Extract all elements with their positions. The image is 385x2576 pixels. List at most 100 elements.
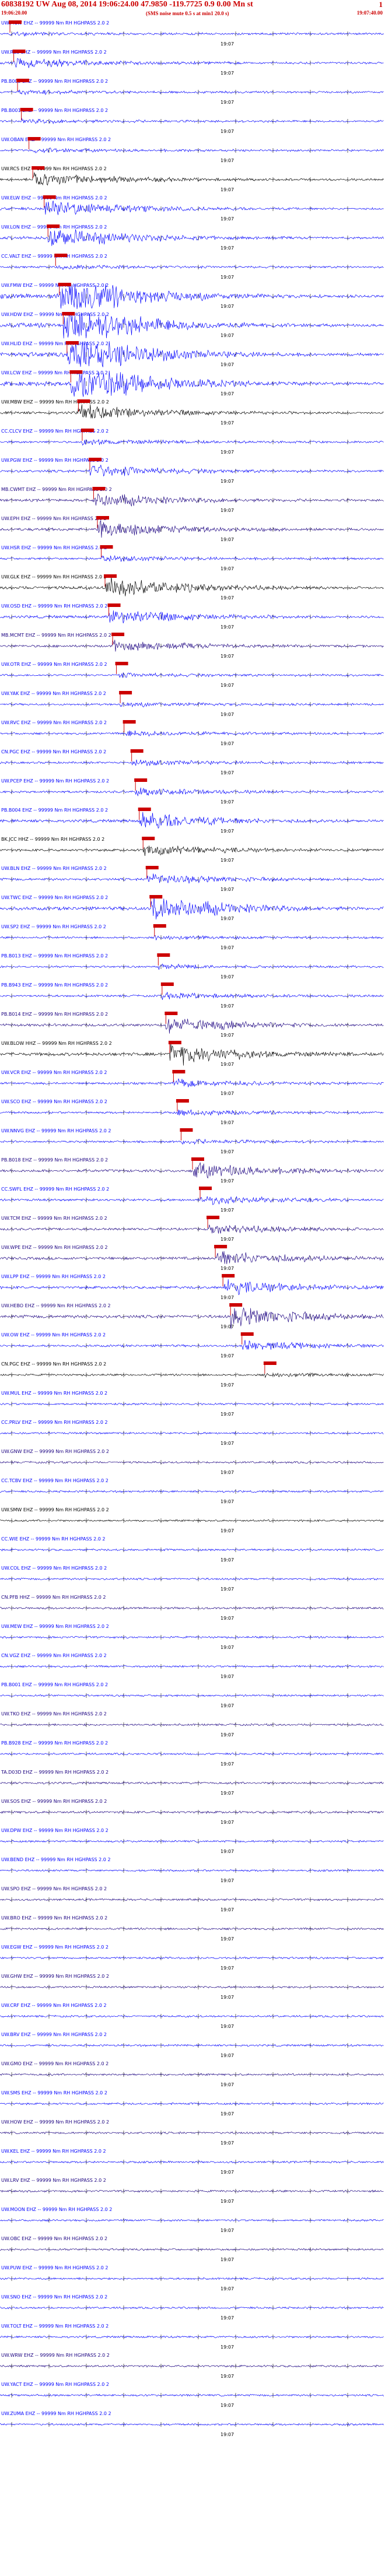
trace-label: UW.NNVG EHZ -- 99999 Nm RH HGHPASS 2.0 2 (1, 1128, 111, 1133)
pick-marker (88, 458, 102, 461)
pick-marker (130, 749, 144, 753)
time-marker-label: 19:07 (220, 1178, 234, 1184)
trace-label: UW.TKO EHZ -- 99999 Nm RH HGHPASS 2.0 2 (1, 1711, 107, 1717)
pick-marker (172, 1070, 186, 1073)
waveform (0, 577, 384, 596)
waveform (0, 935, 384, 940)
trace-row: UW.MEW EHZ -- 99999 Nm RH HGHPASS 2.0 2 1… (0, 1624, 384, 1650)
trace-label: UW.YAK EHZ -- 99999 Nm RH HGHPASS 2.0 2 (1, 691, 106, 696)
pick-marker (160, 982, 174, 986)
waveform (0, 1402, 384, 1406)
trace-label: UW.GMO EHZ -- 99999 Nm RH HGHPASS 2.0 2 (1, 2061, 108, 2066)
time-marker-label: 19:07 (220, 2024, 234, 2029)
trace-row: CN.PGC EHZ -- 99999 Nm RH HGHPASS 2.0 2 1… (0, 1361, 384, 1388)
time-marker-label: 19:07 (220, 158, 234, 163)
trace-row: UW.YACT EHZ -- 99999 Nm RH HGHPASS 2.0 2… (0, 2382, 384, 2408)
trace-row: UW.EPH EHZ -- 99999 Nm RH HGHPASS 2.0 2 1… (0, 516, 384, 542)
time-marker-label: 19:07 (220, 2170, 234, 2175)
time-marker-label: 19:07 (220, 1412, 234, 1417)
trace-row: UW.SCO EHZ -- 99999 Nm RH HGHPASS 2.0 2 1… (0, 1099, 384, 1125)
trace-label: UW.SOS EHZ -- 99999 Nm RH HGHPASS 2.0 2 (1, 1799, 107, 1804)
trace-label: PB.B018 EHZ -- 99999 Nm RH HGHPASS 2.0 2 (1, 1157, 108, 1163)
time-marker-label: 19:07 (220, 945, 234, 950)
trace-label: UW.MOON EHZ -- 99999 Nm RH HGHPASS 2.0 2 (1, 2207, 112, 2212)
trace-row: UW.RVC EHZ -- 99999 Nm RH HGHPASS 2.0 2 1… (0, 720, 384, 746)
time-marker-label: 19:07 (220, 770, 234, 775)
pick-marker (134, 778, 148, 782)
trace-label: CN.PGC EHZ -- 99999 Nm RH HGHPASS 2.0 2 (1, 1361, 106, 1367)
pick-marker (69, 370, 83, 374)
trace-row: UW.FMW EHZ -- 99999 Nm RH HGHPASS 2.0 2 1… (0, 283, 384, 309)
trace-label: UW.RCS EHZ -- 99999 Nm RH HGHPASS 2.0 2 (1, 166, 107, 171)
waveform (0, 672, 384, 678)
pick-marker (100, 545, 113, 549)
waveform (0, 610, 384, 624)
trace-label: UW.LRV EHZ -- 99999 Nm RH HGHPASS 2.0 2 (1, 2178, 106, 2183)
trace-row: UW.MOON EHZ -- 99999 Nm RH HGHPASS 2.0 2… (0, 2207, 384, 2233)
trace-label: UW.RVC EHZ -- 99999 Nm RH HGHPASS 2.0 2 (1, 720, 107, 725)
trace-label: UW.LPP EHZ -- 99999 Nm RH HGHPASS 2.0 2 (1, 1274, 106, 1279)
trace-row: CC.VALT EHZ -- 99999 Nm RH HGHPASS 2.0 2… (0, 254, 384, 280)
trace-row: CC.TCBV EHZ -- 99999 Nm RH HGHPASS 2.0 2… (0, 1478, 384, 1504)
pick-marker (176, 1099, 189, 1103)
waveform (0, 1043, 384, 1066)
trace-row: UW.HSR EHZ -- 99999 Nm RH HGHPASS 2.0 2 1… (0, 545, 384, 571)
pick-marker (58, 283, 71, 286)
waveform (0, 963, 384, 970)
trace-label: TA.D03D EHZ -- 99999 Nm RH HGHPASS 2.0 2 (1, 1770, 108, 1775)
time-marker-label: 19:07 (220, 216, 234, 222)
trace-row: UW.SMW EHZ -- 99999 Nm RH HGHPASS 2.0 2 1… (0, 1507, 384, 1533)
trace-row: PB.B018 EHZ -- 99999 Nm RH HGHPASS 2.0 2… (0, 1157, 384, 1184)
pick-marker (96, 516, 109, 520)
pick-marker (115, 662, 128, 665)
trace-label: UW.BLOW HHZ -- 99999 Nm RH HGHPASS 2.0 2 (1, 1041, 112, 1046)
waveform (0, 1373, 384, 1378)
trace-label: CC.TCBV EHZ -- 99999 Nm RH HGHPASS 2.0 2 (1, 1478, 108, 1483)
time-marker-label: 19:07 (220, 537, 234, 542)
trace-label: UW.MBW EHZ -- 99999 Nm RH HGHPASS 2.0 2 (1, 399, 109, 405)
waveform (0, 1139, 384, 1145)
trace-row: CC.CLCV EHZ -- 99999 Nm RH HGHPASS 2.0 2… (0, 429, 384, 455)
waveform (0, 1781, 384, 1785)
trace-row: UW.BLOW HHZ -- 99999 Nm RH HGHPASS 2.0 2… (0, 1041, 384, 1067)
trace-label: PB.B004 EHZ -- 99999 Nm RH HGHPASS 2.0 2 (1, 808, 108, 813)
pick-marker (43, 195, 56, 199)
trace-label: UW.TOLT EHZ -- 99999 Nm RH HGHPASS 2.0 2 (1, 2324, 108, 2329)
trace-label: UW.FMW EHZ -- 99999 Nm RH HGHPASS 2.0 2 (1, 283, 108, 288)
trace-row: UW.RCS EHZ -- 99999 Nm RH HGHPASS 2.0 21… (0, 50, 384, 76)
time-marker-label: 19:07 (220, 391, 234, 396)
pick-marker (12, 50, 26, 53)
time-marker-label: 19:07 (220, 2082, 234, 2087)
waveform (0, 787, 384, 797)
trace-label: UW.SCO EHZ -- 99999 Nm RH HGHPASS 2.0 2 (1, 1099, 107, 1104)
trace-row: PB.B004 EHZ -- 99999 Nm RH HGHPASS 2.0 2… (0, 808, 384, 834)
waveform (0, 1519, 384, 1522)
waveform (0, 1927, 384, 1931)
trace-row: UW.MUL EHZ -- 99999 Nm RH HGHPASS 2.0 2 1… (0, 1391, 384, 1417)
pick-marker (199, 1187, 212, 1190)
trace-row: UW.OW EHZ -- 99999 Nm RH HGHPASS 2.0 2 19… (0, 1332, 384, 1359)
waveform (0, 2364, 384, 2368)
trace-label: PB.B001 EHZ -- 99999 Nm RH HGHPASS 2.0 2 (1, 108, 108, 113)
time-marker-label: 19:07 (220, 129, 234, 134)
time-marker-label: 19:07 (220, 508, 234, 513)
trace-row: UW.TKO EHZ -- 99999 Nm RH HGHPASS 2.0 2 1… (0, 1711, 384, 1738)
trace-label: UW.OTR EHZ -- 99999 Nm RH HGHPASS 2.0 2 (1, 662, 107, 667)
time-marker-label: 19:07 (220, 1732, 234, 1738)
waveform (0, 1956, 384, 1960)
time-marker-label: 19:07 (220, 1966, 234, 1971)
time-marker-label: 19:07 (220, 1091, 234, 1096)
trace-label: CN.VGZ EHZ -- 99999 Nm RH HGHPASS 2.0 2 (1, 1653, 107, 1658)
trace-row: UW.GMO EHZ -- 99999 Nm RH HGHPASS 2.0 2 1… (0, 2061, 384, 2087)
trace-label: UW.MUL EHZ -- 99999 Nm RH HGHPASS 2.0 2 (1, 1391, 107, 1396)
trace-row: PB.B943 EHZ -- 99999 Nm RH HGHPASS 2.0 2… (0, 982, 384, 1009)
trace-row: PB.B928 EHZ -- 99999 Nm RH HGHPASS 2.0 2… (0, 1740, 384, 1767)
waveform (0, 845, 384, 857)
pick-marker (107, 603, 121, 607)
pick-marker (145, 866, 159, 869)
trace-row: UW.SOS EHZ -- 99999 Nm RH HGHPASS 2.0 2 1… (0, 1799, 384, 1825)
pick-marker (32, 166, 45, 170)
waveform (0, 2423, 384, 2426)
waveform (0, 201, 384, 215)
trace-label: CC.WIE EHZ -- 99999 Nm RH HGHPASS 2.0 2 (1, 1536, 106, 1542)
